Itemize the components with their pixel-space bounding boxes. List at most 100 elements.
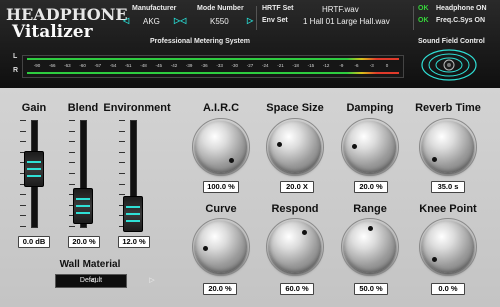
meter-tick-label: -36 bbox=[201, 63, 208, 68]
manufacturer-label: Manufacturer bbox=[132, 5, 177, 12]
curve-unit: % bbox=[225, 284, 232, 293]
knob-rim bbox=[419, 218, 477, 276]
divider bbox=[413, 6, 414, 30]
damping-value-box[interactable]: 20.0 % bbox=[354, 181, 388, 193]
meter-tick-label: -54 bbox=[109, 63, 117, 68]
manufacturer-value: AKG bbox=[143, 17, 160, 26]
meter-tick-label: -30 bbox=[231, 63, 239, 68]
range-knob[interactable] bbox=[341, 218, 399, 276]
manufacturer-next-arrow-icon[interactable]: ▷◁ bbox=[174, 16, 186, 25]
divider bbox=[256, 6, 257, 30]
knob-rim bbox=[192, 118, 250, 176]
knee-point-value-box[interactable]: 0.0 % bbox=[431, 283, 465, 295]
knob-indicator bbox=[229, 158, 234, 163]
range-value-box[interactable]: 50.0 % bbox=[354, 283, 388, 295]
respond-value: 60.0 bbox=[285, 284, 300, 293]
knob-rim bbox=[341, 118, 399, 176]
space-size-label: Space Size bbox=[266, 102, 324, 114]
meter-tick-label: -3 bbox=[369, 63, 374, 68]
reverb-time-knob[interactable] bbox=[419, 118, 477, 176]
environment-value-box[interactable]: 12.0 % bbox=[118, 236, 150, 248]
model-label: Mode Number bbox=[197, 5, 244, 12]
knob-indicator bbox=[277, 142, 282, 147]
space-size-knob[interactable] bbox=[266, 118, 324, 176]
airc-value-box[interactable]: 100.0 % bbox=[203, 181, 239, 193]
meter-right-label: R bbox=[13, 67, 19, 74]
meter-left-label: L bbox=[13, 53, 18, 60]
damping-value: 20.0 bbox=[359, 182, 374, 191]
meter-tick-label: -57 bbox=[94, 63, 102, 68]
blend-value: 20.0 bbox=[72, 237, 87, 246]
reverb-time-label: Reverb Time bbox=[415, 102, 481, 114]
vitalizer-plugin: HEADPHONE Vitalizer Manufacturer ◁ AKG ▷… bbox=[0, 0, 500, 307]
knob-indicator bbox=[432, 257, 437, 262]
meter-tick-label: -33 bbox=[216, 63, 223, 68]
freq-sys-toggle[interactable]: Freq.C.Sys ON bbox=[436, 17, 485, 24]
damping-label: Damping bbox=[346, 102, 394, 114]
gain-value: 0.0 bbox=[22, 237, 34, 246]
manufacturer-prev-arrow-icon[interactable]: ◁ bbox=[123, 16, 129, 25]
environment-value: 12.0 bbox=[122, 237, 137, 246]
sound-field-title: Sound Field Control bbox=[418, 38, 485, 45]
meter-tick-label: -21 bbox=[277, 63, 284, 68]
curve-value-box[interactable]: 20.0 % bbox=[203, 283, 237, 295]
meter-tick-label: -15 bbox=[307, 63, 315, 68]
meter-bar-right bbox=[27, 72, 399, 74]
meter-tick-label: -42 bbox=[170, 63, 178, 68]
meter-tick-label: -27 bbox=[246, 63, 254, 68]
environment-unit: % bbox=[139, 237, 146, 246]
meter-tick-label: -63 bbox=[64, 63, 71, 68]
fader-thumb[interactable] bbox=[24, 150, 44, 187]
gain-unit: dB bbox=[35, 237, 46, 246]
meter-tick-label: -45 bbox=[155, 63, 162, 68]
space-size-value-box[interactable]: 20.0 X bbox=[280, 181, 314, 193]
meter-tick-label: -39 bbox=[185, 63, 193, 68]
model-next-arrow-icon[interactable]: ▷ bbox=[247, 16, 253, 25]
meter-tick-label: 0 bbox=[385, 63, 389, 68]
hrtf-value[interactable]: HRTF.wav bbox=[322, 5, 359, 14]
reverb-time-value: 35.0 bbox=[437, 182, 453, 191]
knee-point-label: Knee Point bbox=[419, 203, 477, 215]
airc-label: A.I.R.C bbox=[202, 102, 240, 114]
airc-unit: % bbox=[228, 182, 235, 191]
knee-point-unit: % bbox=[450, 284, 458, 293]
meter-tick-label: -51 bbox=[125, 63, 132, 68]
curve-label: Curve bbox=[205, 203, 237, 215]
fader-thumb[interactable] bbox=[123, 196, 143, 232]
wall-material-selector[interactable]: ◁ Default ▷ bbox=[55, 274, 155, 288]
meter-tick-label: -18 bbox=[292, 63, 299, 68]
curve-knob[interactable] bbox=[192, 218, 250, 276]
meter-tick-label: -60 bbox=[79, 63, 86, 68]
curve-value: 20.0 bbox=[208, 284, 223, 293]
environment-label: Environment bbox=[103, 102, 171, 114]
knee-point-knob[interactable] bbox=[419, 218, 477, 276]
meter-tick-label: -6 bbox=[354, 63, 359, 68]
env-label: Env Set bbox=[262, 17, 288, 24]
range-unit: % bbox=[376, 284, 383, 293]
env-value[interactable]: 1 Hall 01 Large Hall.wav bbox=[303, 17, 390, 26]
damping-knob[interactable] bbox=[341, 118, 399, 176]
headphone-on-toggle[interactable]: Headphone ON bbox=[436, 5, 487, 12]
wall-next-arrow-icon[interactable]: ▷ bbox=[117, 275, 187, 287]
knob-indicator bbox=[302, 230, 307, 235]
knob-indicator bbox=[432, 157, 437, 162]
respond-knob[interactable] bbox=[266, 218, 324, 276]
gain-value-box[interactable]: 0.0 dB bbox=[18, 236, 50, 248]
meter-scale: -90 -66 -63 -60 -57 -54 -51 -48 -45 -42 -39 -36 -33-… bbox=[23, 62, 403, 71]
damping-unit: % bbox=[376, 182, 383, 191]
respond-value-box[interactable]: 60.0 % bbox=[280, 283, 314, 295]
sound-field-control[interactable] bbox=[420, 48, 478, 82]
knob-indicator bbox=[203, 246, 208, 251]
logo-line2: Vitalizer bbox=[12, 22, 93, 42]
airc-knob[interactable] bbox=[192, 118, 250, 176]
fader-thumb[interactable] bbox=[73, 187, 93, 224]
blend-label: Blend bbox=[67, 102, 99, 114]
reverb-time-unit: s bbox=[454, 182, 459, 191]
top-panel: HEADPHONE Vitalizer Manufacturer ◁ AKG ▷… bbox=[0, 0, 500, 88]
airc-value: 100.0 bbox=[207, 182, 226, 191]
knob-rim bbox=[266, 118, 324, 176]
metering-title: Professional Metering System bbox=[150, 38, 250, 45]
blend-value-box[interactable]: 20.0 % bbox=[68, 236, 100, 248]
gain-label: Gain bbox=[21, 102, 47, 114]
reverb-time-value-box[interactable]: 35.0 s bbox=[431, 181, 465, 193]
